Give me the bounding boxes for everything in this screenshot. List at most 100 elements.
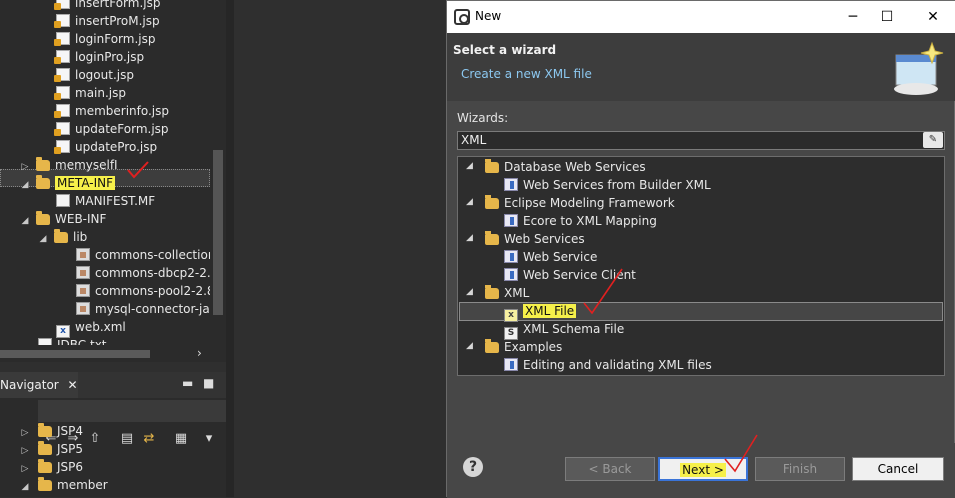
explorer-item[interactable]: mysql-connector-java	[76, 300, 224, 318]
explorer-item[interactable]: updatePro.jsp	[54, 138, 157, 156]
navigator-item[interactable]: ▷ JSP5	[20, 440, 83, 458]
wizard-category[interactable]: XML	[485, 284, 529, 302]
wizard-item-label: XML Schema File	[523, 322, 625, 336]
jsp-file-icon	[54, 32, 70, 46]
dialog-titlebar: New ─ ☐ ✕	[447, 1, 955, 33]
explorer-item[interactable]: x web.xml	[56, 318, 126, 338]
navigator-item-label: JSP4	[57, 424, 84, 438]
cancel-button[interactable]: Cancel	[852, 457, 944, 481]
editor-area	[234, 0, 446, 497]
explorer-item[interactable]: commons-pool2-2.8	[76, 282, 215, 300]
collapse-icon[interactable]: ◢	[38, 230, 48, 248]
link-with-editor-icon[interactable]: ⇄	[140, 430, 158, 448]
back-button[interactable]: < Back	[565, 457, 655, 481]
minimize-window-icon[interactable]: ─	[843, 7, 863, 27]
close-icon[interactable]: ✕	[68, 378, 78, 392]
explorer-item[interactable]: updateForm.jsp	[54, 120, 169, 138]
up-folder-icon[interactable]: ⇧	[86, 430, 104, 448]
explorer-item[interactable]: loginPro.jsp	[54, 48, 144, 66]
explorer-item[interactable]: ◢ WEB-INF	[20, 210, 106, 228]
collapse-icon[interactable]: ◢	[466, 341, 476, 351]
jar-file-icon	[76, 266, 90, 279]
folder-icon	[38, 459, 52, 473]
explorer-item[interactable]: insertForm.jsp	[54, 0, 160, 12]
explorer-item[interactable]: memberinfo.jsp	[54, 102, 169, 120]
explorer-item[interactable]: ◢ lib	[38, 228, 87, 246]
wizard-item[interactable]: Editing and validating XML files	[504, 356, 712, 374]
wizard-item-label: Web Services from Builder XML	[523, 178, 711, 192]
explorer-item-label: META-INF	[55, 176, 116, 190]
maximize-icon[interactable]: ■	[203, 376, 214, 390]
explorer-vertical-scrollbar[interactable]	[210, 0, 226, 345]
folder-file-icon	[54, 229, 68, 243]
explorer-item[interactable]: insertProM.jsp	[54, 12, 160, 30]
explorer-item-label: web.xml	[75, 320, 126, 334]
explorer-item[interactable]: ▷ memyselfI	[20, 156, 118, 174]
minimize-icon[interactable]: ▬	[182, 376, 193, 390]
new-wizard-dialog: New ─ ☐ ✕ Select a wizard Create a new X…	[446, 0, 955, 498]
dialog-title: New	[475, 9, 502, 23]
clear-filter-icon[interactable]: ✎	[923, 132, 943, 148]
collapse-icon[interactable]: ◢	[20, 212, 30, 230]
jsp-file-icon	[54, 50, 70, 64]
close-window-icon[interactable]: ✕	[923, 7, 943, 27]
navigator-item[interactable]: ▷ JSP4	[20, 422, 83, 440]
help-icon[interactable]: ?	[463, 457, 483, 477]
explorer-item-label: insertProM.jsp	[75, 14, 160, 28]
wizard-item[interactable]: Web Services from Builder XML	[504, 176, 711, 194]
explorer-item-label: loginForm.jsp	[75, 32, 156, 46]
jsp-file-icon	[54, 104, 70, 118]
collapse-icon[interactable]: ◢	[466, 161, 476, 171]
collapse-icon[interactable]: ◢	[20, 478, 30, 496]
wizard-item[interactable]: Ecore to XML Mapping	[504, 212, 657, 230]
explorer-item[interactable]: commons-dbcp2-2.7	[76, 264, 218, 282]
wizard-filter-input[interactable]: XML	[457, 131, 945, 150]
explorer-item[interactable]: main.jsp	[54, 84, 126, 102]
collapse-icon[interactable]: ◢	[466, 287, 476, 297]
explorer-item[interactable]: commons-collections	[76, 246, 222, 264]
wizard-category[interactable]: Eclipse Modeling Framework	[485, 194, 675, 212]
explorer-item[interactable]: MANIFEST.MF	[56, 192, 155, 210]
finish-button[interactable]: Finish	[755, 457, 845, 481]
next-button-label: Next >	[680, 463, 726, 477]
wizard-item-label: Web Services	[504, 232, 585, 246]
collapse-all-icon[interactable]: ▤	[118, 430, 136, 448]
explorer-horizontal-scrollbar[interactable]: ›	[0, 345, 226, 362]
navigator-item[interactable]: ▷ JSP6	[20, 458, 83, 476]
package-explorer: insertForm.jsp insertProM.jsp loginForm.js…	[0, 0, 226, 362]
jar-file-icon	[76, 302, 90, 315]
explorer-item[interactable]: ◢ META-INF	[20, 174, 116, 194]
explorer-item-label: lib	[73, 230, 88, 244]
explorer-item-label: main.jsp	[75, 86, 126, 100]
folder-icon	[485, 231, 499, 245]
explorer-item-label: MANIFEST.MF	[75, 194, 156, 208]
wizard-banner: Select a wizard Create a new XML file	[447, 33, 955, 101]
explorer-item[interactable]: loginForm.jsp	[54, 30, 156, 48]
wizard-item[interactable]: S XML Schema File	[504, 320, 625, 340]
navigator-item[interactable]: ◢ member	[20, 476, 108, 494]
explorer-item[interactable]: logout.jsp	[54, 66, 134, 84]
view-splitter[interactable]	[226, 0, 234, 497]
tab-navigator[interactable]: Navigator ✕	[0, 372, 78, 398]
maximize-window-icon[interactable]: ☐	[877, 7, 897, 27]
explorer-item-label: logout.jsp	[75, 68, 134, 82]
wizard-item-label: Eclipse Modeling Framework	[504, 196, 675, 210]
wizard-item[interactable]: Web Service	[504, 248, 597, 266]
view-menu-icon[interactable]: ▾	[200, 430, 218, 448]
wizard-banner-icon	[894, 41, 944, 95]
wizard-item-label: Ecore to XML Mapping	[523, 214, 657, 228]
wizard-category[interactable]: Database Web Services	[485, 158, 646, 176]
collapse-icon[interactable]: ◢	[20, 176, 30, 194]
navigator-title: Navigator	[0, 378, 59, 392]
collapse-icon[interactable]: ◢	[466, 233, 476, 243]
collapse-icon[interactable]: ◢	[466, 197, 476, 207]
wizard-category[interactable]: Examples	[485, 338, 562, 356]
wizard-tree: ◢ Database Web Services Web Services from …	[457, 156, 945, 376]
red-checkmark	[127, 161, 149, 179]
scroll-right-icon[interactable]: ›	[197, 346, 202, 360]
filter-icon[interactable]: ▦	[172, 430, 190, 448]
jsp-file-icon	[54, 122, 70, 136]
wizard-item[interactable]: x XML File	[504, 302, 577, 322]
wizard-category[interactable]: Web Services	[485, 230, 585, 248]
folder-icon	[38, 477, 52, 491]
